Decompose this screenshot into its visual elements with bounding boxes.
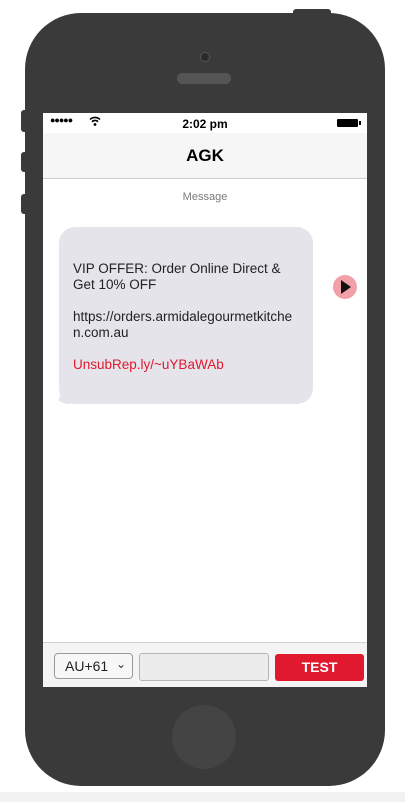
phone-number-input[interactable] (139, 653, 269, 681)
battery-tip (359, 121, 361, 125)
status-bar: ●●●●● 2:02 pm (43, 113, 367, 133)
page-bottom-strip (0, 792, 405, 802)
front-camera (200, 52, 210, 62)
message-link-text: https://orders.armidalegourmetkitchen.co… (73, 309, 293, 340)
message-bubble: VIP OFFER: Order Online Direct & Get 10%… (59, 227, 313, 404)
phone-screen: ●●●●● 2:02 pm AGK Message VIP OFFER: Ord… (43, 113, 367, 687)
earpiece-speaker (177, 73, 231, 84)
play-icon (341, 280, 351, 294)
home-button (172, 705, 236, 769)
chevron-down-icon: ⌄ (115, 657, 126, 671)
bubble-tail-mask (44, 386, 60, 406)
battery-icon (337, 119, 358, 127)
contact-name: AGK (186, 146, 224, 165)
composer-bar: AU+61 ⌄ TEST (43, 642, 367, 687)
test-button[interactable]: TEST (275, 654, 364, 681)
message-offer-text: VIP OFFER: Order Online Direct & Get 10%… (73, 261, 281, 292)
country-code-value: AU+61 (65, 658, 109, 674)
conversation-header: AGK (43, 133, 367, 179)
unsubscribe-link[interactable]: UnsubRep.ly/~uYBaWAb (73, 357, 299, 373)
status-time: 2:02 pm (182, 117, 228, 131)
country-code-select[interactable]: AU+61 ⌄ (54, 653, 133, 679)
message-label: Message (182, 191, 228, 203)
play-button[interactable] (333, 275, 357, 299)
